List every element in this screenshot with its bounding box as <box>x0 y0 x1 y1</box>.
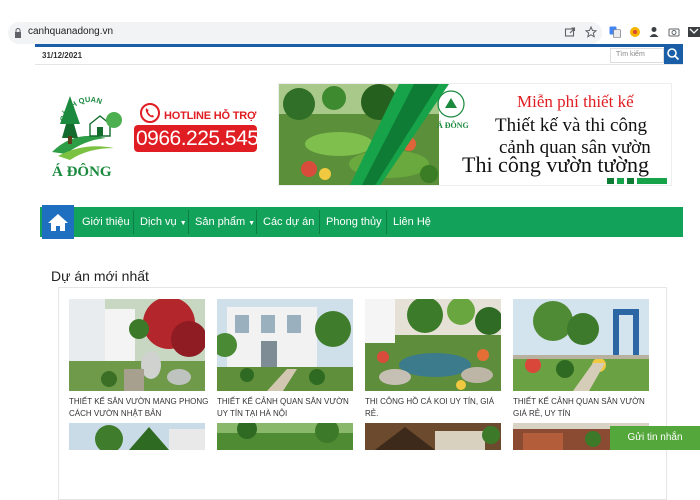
nav-divider <box>319 210 320 234</box>
nav-item-cac-du-an[interactable]: Các dự án <box>263 207 314 237</box>
nav-item-label: Dịch vụ <box>140 216 177 228</box>
puzzle-extension-icon[interactable] <box>629 26 641 38</box>
banner-line-1: Miễn phí thiết kế <box>517 92 634 111</box>
nav-item-label: Sản phẩm <box>195 216 246 228</box>
date-bar <box>35 47 683 65</box>
search-icon <box>667 48 680 61</box>
banner-line-2: Thiết kế và thi công <box>495 115 647 136</box>
nav-divider <box>188 210 189 234</box>
search-placeholder: Tìm kiếm <box>616 51 645 58</box>
gmail-extension-icon[interactable] <box>688 26 700 38</box>
nav-item-gioi-thieu[interactable]: Giới thiệu <box>82 207 130 237</box>
nav-item-phong-thuy[interactable]: Phong thủy <box>326 207 382 237</box>
nav-item-lien-he[interactable]: Liên Hệ <box>393 207 431 237</box>
nav-item-san-pham[interactable]: Sản phẩm ▼ <box>195 207 255 237</box>
caret-down-icon: ▼ <box>179 220 187 227</box>
camera-icon[interactable] <box>668 26 680 38</box>
project-card-caption[interactable]: THIẾT KẾ CẢNH QUAN SÂN VƯỜN UY TÍN TẠI H… <box>217 396 357 420</box>
banner-mini-brand: Á ĐÔNG <box>437 120 469 130</box>
home-icon <box>48 214 68 231</box>
bookmark-star-icon[interactable] <box>585 26 597 38</box>
banner-line-4: Thi công vườn tường <box>462 152 650 177</box>
phone-icon <box>140 103 160 123</box>
site-logo[interactable]: CẢNH QUAN Á ĐÔNG <box>44 80 134 180</box>
project-card-caption[interactable]: THI CÔNG HỒ CÁ KOI UY TÍN, GIÁ RẺ. <box>365 396 505 420</box>
send-message-button[interactable]: Gửi tin nhắn <box>610 426 700 450</box>
project-card-image[interactable] <box>217 423 353 450</box>
project-card-image[interactable] <box>69 423 205 450</box>
project-card-image[interactable] <box>513 299 649 391</box>
project-card-image[interactable] <box>365 299 501 391</box>
project-card-caption[interactable]: THIẾT KẾ SÂN VƯỜN MANG PHONG CÁCH VƯỜN N… <box>69 396 209 420</box>
nav-divider <box>133 210 134 234</box>
nav-divider <box>256 210 257 234</box>
nav-item-dich-vu[interactable]: Dịch vụ ▼ <box>140 207 187 237</box>
lock-icon <box>15 28 21 38</box>
project-card-image[interactable] <box>365 423 501 450</box>
translate-extension-icon[interactable] <box>609 26 621 38</box>
project-card-image[interactable] <box>69 299 205 391</box>
current-date: 31/12/2021 <box>42 51 83 60</box>
profile-icon[interactable] <box>648 26 660 38</box>
hero-banner[interactable]: Á ĐÔNG Miễn phí thiết kế Thiết kế và thi… <box>278 83 672 186</box>
logo-brand-text: Á ĐÔNG <box>52 163 112 180</box>
caret-down-icon: ▼ <box>248 220 256 227</box>
projects-section-title: Dự án mới nhất <box>51 268 149 284</box>
project-card-image[interactable] <box>217 299 353 391</box>
nav-home-button[interactable] <box>42 205 74 239</box>
nav-divider <box>386 210 387 234</box>
hotline-number[interactable]: 0966.225.545 <box>136 125 259 152</box>
project-card-caption[interactable]: THIẾT KẾ CẢNH QUAN SÂN VƯỜN GIÁ RẺ, UY T… <box>513 396 653 420</box>
hotline-label: HOTLINE HỖ TRỢ <box>164 110 257 122</box>
search-button[interactable] <box>664 45 683 64</box>
share-icon[interactable] <box>564 26 576 38</box>
url-text[interactable]: canhquanadong.vn <box>28 26 113 37</box>
